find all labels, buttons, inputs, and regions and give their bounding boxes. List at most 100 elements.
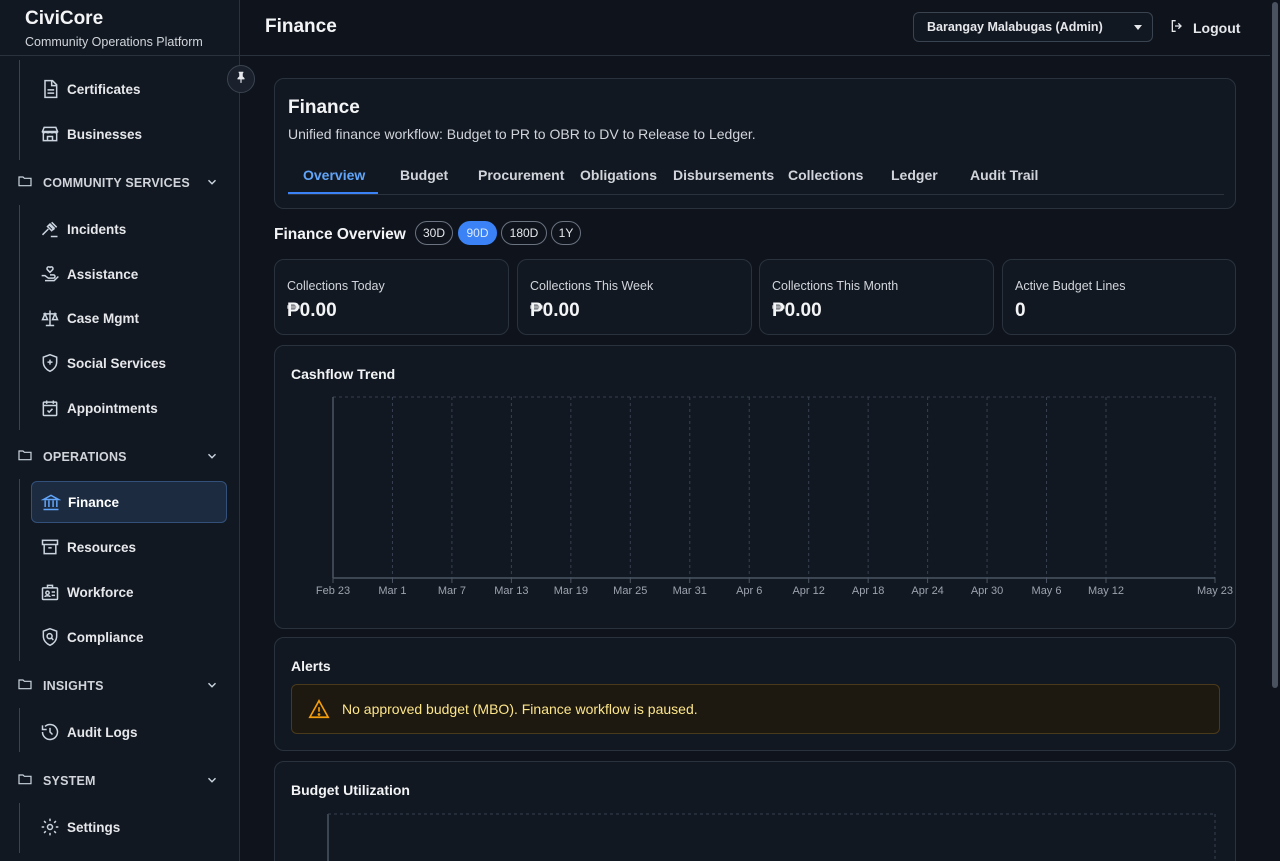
organization-select[interactable]: Barangay Malabugas (Admin) bbox=[913, 12, 1153, 42]
document-icon bbox=[39, 78, 61, 100]
sidebar-item-compliance[interactable]: Compliance bbox=[31, 617, 227, 657]
topbar: Finance Barangay Malabugas (Admin) Logou… bbox=[240, 0, 1270, 56]
x-tick-label: Mar 13 bbox=[494, 585, 528, 597]
range-1y-button[interactable]: 1Y bbox=[551, 221, 581, 245]
stat-card: Active Budget Lines 0 bbox=[1002, 259, 1236, 335]
pin-icon bbox=[234, 70, 248, 89]
nav-guide-line bbox=[19, 60, 20, 160]
section-title: Finance bbox=[288, 97, 360, 118]
stat-value: ₱0.00 bbox=[287, 300, 337, 321]
sidebar: CiviCore Community Operations Platform C… bbox=[0, 0, 240, 861]
tab-collections[interactable]: Collections bbox=[788, 167, 863, 183]
logout-icon bbox=[1169, 18, 1185, 37]
section-insights[interactable]: INSIGHTS bbox=[17, 674, 223, 698]
tab-overview[interactable]: Overview bbox=[303, 167, 365, 183]
sidebar-item-appointments[interactable]: Appointments bbox=[31, 388, 227, 428]
x-tick-label: Apr 30 bbox=[971, 585, 1003, 597]
budget-chart bbox=[327, 813, 1216, 861]
nav-guide-line bbox=[19, 205, 20, 430]
tab-procurement[interactable]: Procurement bbox=[478, 167, 564, 183]
scale-icon bbox=[39, 307, 61, 329]
section-label: OPERATIONS bbox=[43, 450, 127, 464]
alert-text: No approved budget (MBO). Finance workfl… bbox=[342, 701, 698, 717]
section-community-services[interactable]: COMMUNITY SERVICES bbox=[17, 171, 223, 195]
gavel-icon bbox=[39, 218, 61, 240]
scrollbar[interactable] bbox=[1270, 0, 1280, 861]
x-tick-label: Feb 23 bbox=[316, 585, 350, 597]
alerts-card: Alerts No approved budget (MBO). Finance… bbox=[274, 637, 1236, 751]
sidebar-item-label: Case Mgmt bbox=[67, 310, 140, 326]
section-subtitle: Unified finance workflow: Budget to PR t… bbox=[288, 126, 756, 142]
alert-item: No approved budget (MBO). Finance workfl… bbox=[291, 684, 1220, 734]
sidebar-item-label: Certificates bbox=[67, 81, 141, 97]
sidebar-item-social-services[interactable]: Social Services bbox=[31, 343, 227, 383]
pin-sidebar-button[interactable] bbox=[227, 65, 255, 93]
sidebar-item-label: Audit Logs bbox=[67, 724, 138, 740]
section-system[interactable]: SYSTEM bbox=[17, 769, 223, 793]
sidebar-item-workforce[interactable]: Workforce bbox=[31, 572, 227, 612]
sidebar-item-label: Finance bbox=[68, 494, 120, 510]
sidebar-item-businesses[interactable]: Businesses bbox=[31, 114, 227, 154]
folder-icon bbox=[17, 173, 33, 194]
calendar-check-icon bbox=[39, 397, 61, 419]
archive-icon bbox=[39, 536, 61, 558]
stat-value: ₱0.00 bbox=[530, 300, 580, 321]
store-icon bbox=[39, 123, 61, 145]
folder-icon bbox=[17, 771, 33, 792]
stat-label: Active Budget Lines bbox=[1015, 279, 1126, 293]
active-tab-indicator bbox=[288, 192, 378, 194]
section-label: SYSTEM bbox=[43, 774, 96, 788]
x-tick-label: May 23 bbox=[1197, 585, 1233, 597]
x-tick-label: Mar 31 bbox=[673, 585, 707, 597]
section-label: INSIGHTS bbox=[43, 679, 104, 693]
stat-card: Collections Today ₱0.00 bbox=[274, 259, 509, 335]
chevron-down-icon bbox=[205, 175, 219, 194]
sidebar-item-assistance[interactable]: Assistance bbox=[31, 254, 227, 294]
range-30d-button[interactable]: 30D bbox=[415, 221, 453, 245]
sidebar-item-finance[interactable]: Finance bbox=[31, 481, 227, 523]
chevron-down-icon bbox=[205, 773, 219, 792]
x-tick-label: May 6 bbox=[1032, 585, 1062, 597]
cashflow-chart: Feb 23 Mar 1 Mar 7 Mar 13 Mar 19 Mar 25 Mar 31… bbox=[316, 396, 1233, 597]
nav-guide-line bbox=[19, 479, 20, 661]
stat-value: ₱0.00 bbox=[772, 300, 822, 321]
sidebar-item-label: Workforce bbox=[67, 584, 134, 600]
folder-icon bbox=[17, 447, 33, 468]
sidebar-item-audit-logs[interactable]: Audit Logs bbox=[31, 712, 227, 752]
chevron-down-icon bbox=[205, 678, 219, 697]
x-tick-label: Mar 19 bbox=[554, 585, 588, 597]
stat-value: 0 bbox=[1015, 300, 1026, 321]
tab-audit-trail[interactable]: Audit Trail bbox=[970, 167, 1038, 183]
shield-search-icon bbox=[39, 626, 61, 648]
range-180d-button[interactable]: 180D bbox=[501, 221, 547, 245]
x-tick-label: Apr 12 bbox=[792, 585, 824, 597]
sidebar-item-incidents[interactable]: Incidents bbox=[31, 209, 227, 249]
history-icon bbox=[39, 721, 61, 743]
id-badge-icon bbox=[39, 581, 61, 603]
x-tick-label: Apr 6 bbox=[736, 585, 762, 597]
tab-budget[interactable]: Budget bbox=[400, 167, 448, 183]
x-tick-label: Mar 1 bbox=[378, 585, 406, 597]
sidebar-item-label: Appointments bbox=[67, 400, 158, 416]
range-90d-button[interactable]: 90D bbox=[458, 221, 497, 245]
scrollbar-thumb[interactable] bbox=[1272, 2, 1278, 688]
caret-down-icon bbox=[1134, 25, 1142, 30]
sidebar-item-label: Businesses bbox=[67, 126, 143, 142]
tab-disbursements[interactable]: Disbursements bbox=[673, 167, 774, 183]
sidebar-item-label: Compliance bbox=[67, 629, 144, 645]
sidebar-item-label: Settings bbox=[67, 819, 121, 835]
gear-icon bbox=[39, 816, 61, 838]
stat-card: Collections This Week ₱0.00 bbox=[517, 259, 752, 335]
tab-ledger[interactable]: Ledger bbox=[891, 167, 938, 183]
tab-obligations[interactable]: Obligations bbox=[580, 167, 657, 183]
sidebar-item-settings[interactable]: Settings bbox=[31, 807, 227, 847]
sidebar-item-certificates[interactable]: Certificates bbox=[31, 69, 227, 109]
sidebar-item-label: Incidents bbox=[67, 221, 127, 237]
x-tick-label: May 12 bbox=[1088, 585, 1124, 597]
brand-subtitle: Community Operations Platform bbox=[25, 35, 203, 49]
sidebar-item-resources[interactable]: Resources bbox=[31, 527, 227, 567]
sidebar-item-case-mgmt[interactable]: Case Mgmt bbox=[31, 298, 227, 338]
logout-button[interactable]: Logout bbox=[1169, 18, 1240, 37]
section-operations[interactable]: OPERATIONS bbox=[17, 445, 223, 469]
nav-guide-line bbox=[19, 708, 20, 752]
